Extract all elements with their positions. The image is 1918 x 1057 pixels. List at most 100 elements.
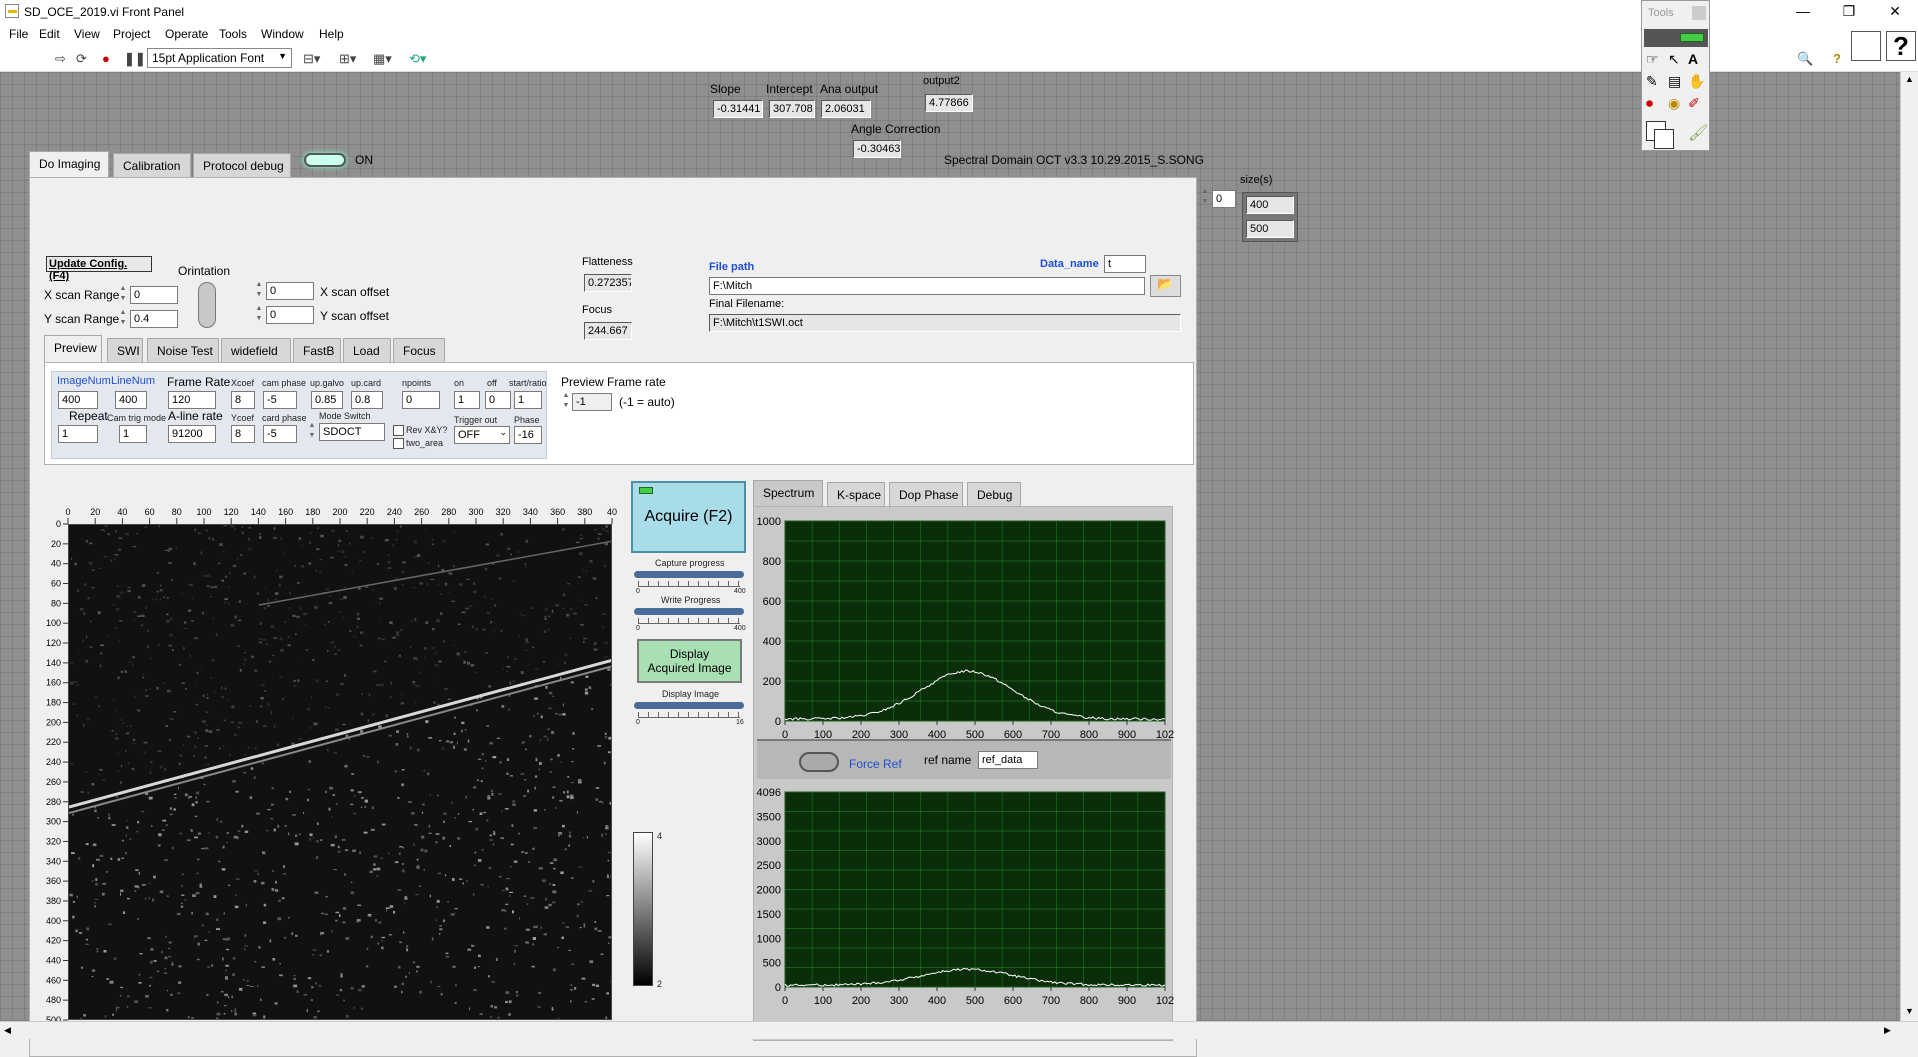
get-color-tool-icon[interactable]: ✐ — [1688, 95, 1700, 112]
automatic-tool-selection[interactable] — [1644, 29, 1708, 47]
a-line-rate-input[interactable]: 91200 — [168, 425, 216, 443]
distribute-icon[interactable]: ⊞▾ — [339, 51, 356, 67]
mode-switch-spinner[interactable]: ▲▼ — [307, 421, 317, 443]
up-card-input[interactable]: 0.8 — [351, 391, 383, 409]
align-icon[interactable]: ⊟▾ — [303, 51, 320, 67]
scroll-right-icon[interactable]: ▶ — [1884, 1025, 1891, 1036]
search-icon[interactable]: 🔍 — [1797, 51, 1813, 67]
connector-pane-help[interactable]: ? — [1886, 31, 1916, 61]
x-scan-range-input[interactable]: 0 — [130, 286, 178, 304]
tab-k-space[interactable]: K-space — [827, 482, 885, 507]
menu-tools[interactable]: Tools — [219, 27, 247, 41]
x-scan-offset-input[interactable]: 0 — [266, 282, 314, 300]
probe-tool-icon[interactable]: ◉ — [1668, 95, 1680, 112]
ref-name-input[interactable]: ref_data — [978, 751, 1038, 769]
x-scan-offset-spinner[interactable]: ▲▼ — [254, 280, 264, 302]
linenum-input[interactable]: 400 — [115, 391, 147, 409]
ycoef-input[interactable]: 8 — [231, 425, 255, 443]
intensity-colorbar[interactable] — [633, 832, 653, 986]
vi-icon[interactable] — [1851, 31, 1881, 61]
mode-switch-ring[interactable]: SDOCT — [319, 423, 385, 441]
tab-calibration[interactable]: Calibration — [113, 153, 191, 178]
context-help-icon[interactable]: ? — [1833, 51, 1841, 66]
off-input[interactable]: 0 — [485, 391, 511, 409]
rev-xy-checkbox[interactable] — [393, 425, 404, 436]
array-index-spinner[interactable]: ▲▼ — [1200, 187, 1210, 209]
font-selector[interactable]: 15pt Application Font▼ — [147, 48, 292, 68]
data-name-input[interactable]: t — [1104, 255, 1146, 273]
menu-help[interactable]: Help — [319, 27, 344, 41]
tab-preview[interactable]: Preview — [44, 335, 102, 362]
start-ratio-input[interactable]: 1 — [514, 391, 542, 409]
up-galvo-input[interactable]: 0.85 — [311, 391, 343, 409]
preview-frame-rate-spinner[interactable]: ▲▼ — [561, 391, 571, 413]
file-path-input[interactable]: F:\Mitch — [709, 277, 1145, 295]
y-scan-offset-spinner[interactable]: ▲▼ — [254, 304, 264, 326]
on-input[interactable]: 1 — [454, 391, 480, 409]
frame-rate-input[interactable]: 120 — [168, 391, 216, 409]
minimize-button[interactable]: — — [1780, 0, 1826, 23]
tab-spectrum[interactable]: Spectrum — [753, 480, 823, 507]
bscan-image[interactable] — [68, 524, 612, 1020]
abort-icon[interactable]: ● — [102, 51, 110, 66]
tab-widefield[interactable]: widefield — [221, 338, 291, 363]
operate-value-tool-icon[interactable]: ☞ — [1646, 51, 1659, 68]
y-scan-range-input[interactable]: 0.4 — [130, 310, 178, 328]
two-area-checkbox[interactable] — [393, 438, 404, 449]
tab-fastb[interactable]: FastB — [293, 338, 341, 363]
tab-do-imaging[interactable]: Do Imaging — [29, 151, 109, 178]
acquire-button[interactable]: Acquire (F2) — [631, 481, 746, 553]
run-arrow-icon[interactable]: ⇨ — [55, 51, 66, 67]
tab-dop-phase[interactable]: Dop Phase — [889, 482, 963, 507]
orientation-toggle[interactable] — [198, 282, 216, 328]
tab-focus[interactable]: Focus — [393, 338, 445, 363]
cam-trig-mode-input[interactable]: 1 — [119, 425, 147, 443]
force-ref-toggle[interactable] — [799, 752, 839, 772]
update-config-button[interactable]: Update Config. (F4) — [46, 256, 152, 272]
label-tool-icon[interactable]: A — [1688, 51, 1698, 67]
npoints-input[interactable]: 0 — [402, 391, 440, 409]
tools-close-icon[interactable] — [1692, 6, 1706, 20]
repeat-input[interactable]: 1 — [58, 425, 98, 443]
y-scan-range-spinner[interactable]: ▲▼ — [118, 308, 128, 330]
display-acquired-image-button[interactable]: Display Acquired Image — [637, 639, 742, 683]
horizontal-scrollbar[interactable]: ◀ ▶ — [0, 1021, 1918, 1039]
shortcut-menu-tool-icon[interactable]: ▤ — [1668, 73, 1681, 90]
set-color-tool-icon[interactable]: 🖌 — [1688, 123, 1708, 143]
scroll-up-icon[interactable]: ▲ — [1905, 74, 1914, 84]
xcoef-input[interactable]: 8 — [231, 391, 255, 409]
imagenum-input[interactable]: 400 — [58, 391, 98, 409]
cam-phase-input[interactable]: -5 — [263, 391, 297, 409]
position-tool-icon[interactable]: ↖ — [1668, 51, 1680, 68]
wiring-tool-icon[interactable]: ✎ — [1646, 73, 1658, 90]
on-toggle[interactable] — [304, 153, 346, 167]
trigger-out-select[interactable]: OFF⌄ — [454, 426, 510, 444]
menu-operate[interactable]: Operate — [165, 27, 208, 41]
vertical-scrollbar[interactable]: ▲ ▼ — [1900, 72, 1918, 1021]
reorder-icon[interactable]: ⟲▾ — [409, 51, 426, 67]
menu-view[interactable]: View — [74, 27, 100, 41]
browse-folder-icon[interactable]: 📂 — [1150, 275, 1181, 297]
tab-load[interactable]: Load — [343, 338, 391, 363]
scroll-down-icon[interactable]: ▼ — [1905, 1006, 1914, 1016]
resize-icon[interactable]: ▦▾ — [373, 51, 392, 67]
close-button[interactable]: ✕ — [1872, 0, 1918, 23]
pause-icon[interactable]: ❚❚ — [124, 51, 146, 67]
phase-input[interactable]: -16 — [514, 426, 542, 444]
color-swatch-front[interactable] — [1654, 129, 1674, 149]
run-continuously-icon[interactable]: ⟳ — [76, 51, 87, 67]
tab-swi[interactable]: SWI — [107, 338, 143, 363]
scroll-tool-icon[interactable]: ✋ — [1688, 73, 1705, 90]
menu-edit[interactable]: Edit — [39, 27, 60, 41]
x-scan-range-spinner[interactable]: ▲▼ — [118, 284, 128, 306]
card-phase-input[interactable]: -5 — [263, 425, 297, 443]
preview-frame-rate-input[interactable]: -1 — [572, 393, 612, 411]
breakpoint-tool-icon[interactable]: ⏺ — [1646, 95, 1653, 112]
tab-debug[interactable]: Debug — [967, 482, 1021, 507]
y-scan-offset-input[interactable]: 0 — [266, 306, 314, 324]
menu-window[interactable]: Window — [261, 27, 304, 41]
tab-noise-test[interactable]: Noise Test — [147, 338, 219, 363]
menu-project[interactable]: Project — [113, 27, 150, 41]
maximize-button[interactable]: ❐ — [1826, 0, 1872, 23]
tab-protocol-debug[interactable]: Protocol debug — [193, 153, 291, 178]
